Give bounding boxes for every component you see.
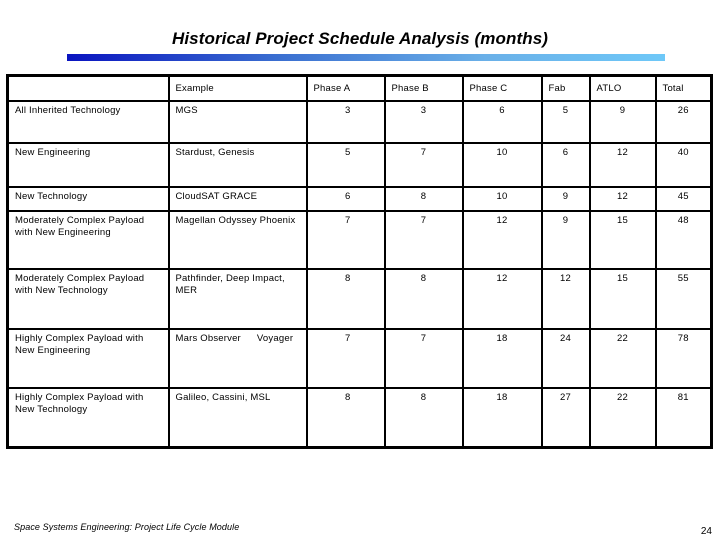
title-gradient-bar bbox=[67, 54, 665, 61]
cell-phase-a: 7 bbox=[305, 209, 386, 270]
cell-total: 55 bbox=[654, 267, 713, 330]
header-phase-c: Phase C bbox=[461, 74, 543, 102]
cell-phase-b: 3 bbox=[383, 99, 464, 144]
row-category: All Inherited Technology bbox=[6, 99, 170, 144]
table-row: All Inherited Technology MGS 3 3 6 5 9 2… bbox=[6, 99, 713, 144]
cell-atlo: 22 bbox=[588, 327, 657, 389]
row-example: CloudSAT GRACE bbox=[167, 185, 308, 212]
table-header-row: Example Phase A Phase B Phase C Fab ATLO… bbox=[6, 74, 713, 102]
header-phase-a: Phase A bbox=[305, 74, 386, 102]
cell-phase-b: 8 bbox=[383, 386, 464, 449]
header-atlo: ATLO bbox=[588, 74, 657, 102]
cell-atlo: 12 bbox=[588, 185, 657, 212]
cell-fab: 9 bbox=[540, 209, 591, 270]
cell-atlo: 9 bbox=[588, 99, 657, 144]
table-row: New Engineering Stardust, Genesis 5 7 10… bbox=[6, 141, 713, 188]
cell-phase-c: 12 bbox=[461, 267, 543, 330]
row-category: Highly Complex Payload with New Technolo… bbox=[6, 386, 170, 449]
cell-phase-a: 6 bbox=[305, 185, 386, 212]
cell-phase-c: 6 bbox=[461, 99, 543, 144]
cell-phase-a: 7 bbox=[305, 327, 386, 389]
example-secondary: Voyager bbox=[256, 332, 294, 344]
header-category bbox=[6, 74, 170, 102]
row-example: Mars Observer Voyager bbox=[167, 327, 308, 389]
table-row: Moderately Complex Payload with New Engi… bbox=[6, 209, 713, 270]
cell-total: 45 bbox=[654, 185, 713, 212]
example-primary: Mars Observer bbox=[175, 332, 241, 344]
cell-fab: 27 bbox=[540, 386, 591, 449]
cell-fab: 12 bbox=[540, 267, 591, 330]
header-total: Total bbox=[654, 74, 713, 102]
header-fab: Fab bbox=[540, 74, 591, 102]
table-row: Highly Complex Payload with New Engineer… bbox=[6, 327, 713, 389]
cell-phase-b: 8 bbox=[383, 185, 464, 212]
cell-phase-b: 7 bbox=[383, 209, 464, 270]
table-row: Highly Complex Payload with New Technolo… bbox=[6, 386, 713, 449]
page-number: 24 bbox=[700, 526, 712, 537]
cell-phase-c: 10 bbox=[461, 141, 543, 188]
cell-atlo: 15 bbox=[588, 209, 657, 270]
cell-phase-a: 5 bbox=[305, 141, 386, 188]
row-category: New Technology bbox=[6, 185, 170, 212]
cell-total: 78 bbox=[654, 327, 713, 389]
table-row: Moderately Complex Payload with New Tech… bbox=[6, 267, 713, 330]
cell-phase-c: 18 bbox=[461, 386, 543, 449]
cell-phase-c: 18 bbox=[461, 327, 543, 389]
row-category: New Engineering bbox=[6, 141, 170, 188]
cell-total: 40 bbox=[654, 141, 713, 188]
cell-total: 81 bbox=[654, 386, 713, 449]
cell-fab: 9 bbox=[540, 185, 591, 212]
schedule-table: Example Phase A Phase B Phase C Fab ATLO… bbox=[6, 74, 713, 449]
row-example: Magellan Odyssey Phoenix bbox=[167, 209, 308, 270]
cell-atlo: 15 bbox=[588, 267, 657, 330]
cell-phase-b: 7 bbox=[383, 327, 464, 389]
footer-module-label: Space Systems Engineering: Project Life … bbox=[14, 522, 240, 532]
cell-atlo: 12 bbox=[588, 141, 657, 188]
cell-phase-c: 10 bbox=[461, 185, 543, 212]
cell-phase-a: 8 bbox=[305, 267, 386, 330]
cell-fab: 6 bbox=[540, 141, 591, 188]
row-category: Moderately Complex Payload with New Tech… bbox=[6, 267, 170, 330]
row-category: Moderately Complex Payload with New Engi… bbox=[6, 209, 170, 270]
cell-phase-a: 8 bbox=[305, 386, 386, 449]
cell-phase-b: 8 bbox=[383, 267, 464, 330]
row-example: Galileo, Cassini, MSL bbox=[167, 386, 308, 449]
cell-fab: 24 bbox=[540, 327, 591, 389]
row-example: Stardust, Genesis bbox=[167, 141, 308, 188]
cell-phase-a: 3 bbox=[305, 99, 386, 144]
row-category: Highly Complex Payload with New Engineer… bbox=[6, 327, 170, 389]
cell-atlo: 22 bbox=[588, 386, 657, 449]
cell-total: 26 bbox=[654, 99, 713, 144]
header-example: Example bbox=[167, 74, 308, 102]
row-example: MGS bbox=[167, 99, 308, 144]
header-phase-b: Phase B bbox=[383, 74, 464, 102]
cell-phase-b: 7 bbox=[383, 141, 464, 188]
cell-phase-c: 12 bbox=[461, 209, 543, 270]
slide-title: Historical Project Schedule Analysis (mo… bbox=[171, 29, 549, 48]
cell-fab: 5 bbox=[540, 99, 591, 144]
cell-total: 48 bbox=[654, 209, 713, 270]
table-row: New Technology CloudSAT GRACE 6 8 10 9 1… bbox=[6, 185, 713, 212]
row-example: Pathfinder, Deep Impact, MER bbox=[167, 267, 308, 330]
